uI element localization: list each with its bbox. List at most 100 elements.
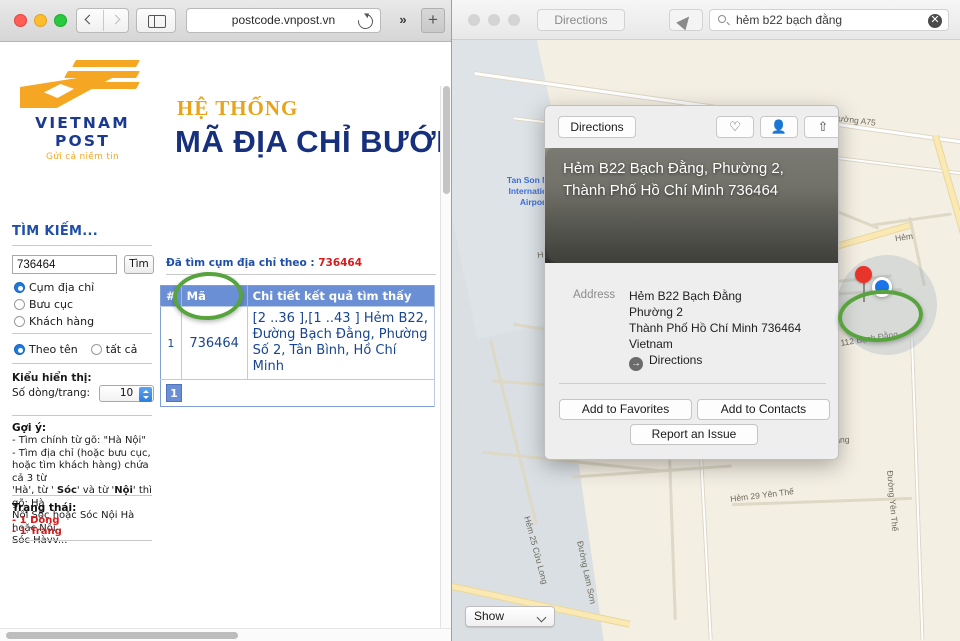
directions-link-label: Directions bbox=[649, 353, 703, 367]
map-search-field[interactable]: hẻm b22 bạch đằng ✕ bbox=[709, 9, 949, 31]
search-section-title: TÌM KIẾM... bbox=[12, 224, 99, 239]
safari-toolbar: postcode.vnpost.vn » + bbox=[0, 0, 451, 42]
add-to-contacts-button[interactable]: Add to Contacts bbox=[697, 399, 830, 420]
report-issue-button[interactable]: Report an Issue bbox=[630, 424, 758, 445]
results-summary-query: 736464 bbox=[318, 257, 363, 269]
callout-directions-link[interactable]: → Directions bbox=[629, 353, 702, 371]
radio-label-tat-ca: tất cả bbox=[105, 343, 138, 356]
divider bbox=[12, 495, 152, 496]
more-toolbar-items-button[interactable]: » bbox=[390, 8, 416, 33]
radio-label: Cụm địa chỉ bbox=[29, 281, 95, 294]
screenshot-root: postcode.vnpost.vn » + VIETNAM POST Gửi … bbox=[0, 0, 960, 641]
forward-icon[interactable] bbox=[110, 14, 121, 25]
map-label-street: Hẻm bbox=[894, 230, 914, 244]
scrollbar-thumb[interactable] bbox=[443, 86, 450, 194]
current-location-button[interactable] bbox=[669, 9, 703, 31]
rows-per-page-label: Số dòng/trang: bbox=[12, 387, 91, 399]
cell-index: 1 bbox=[160, 306, 182, 380]
rows-per-page-stepper[interactable]: 10 bbox=[99, 385, 154, 402]
status-pages: - 1 Trang bbox=[12, 526, 62, 537]
maps-toolbar: Directions hẻm b22 bạch đằng ✕ bbox=[452, 0, 960, 40]
radio-buu-cuc[interactable]: Bưu cục bbox=[14, 298, 73, 311]
chevron-down-icon bbox=[536, 612, 547, 623]
address-line-4: Vietnam bbox=[629, 337, 673, 351]
share-icon: ⇧ bbox=[817, 120, 829, 135]
page-horizontal-scrollbar[interactable] bbox=[0, 628, 451, 641]
new-tab-button[interactable]: + bbox=[421, 8, 445, 33]
radio-khach-hang[interactable]: Khách hàng bbox=[14, 315, 94, 328]
place-callout: Directions ♡ 👤 ⇧ Hẻm B22 Bạch Đằng, Phườ… bbox=[544, 105, 839, 460]
map-canvas[interactable]: Tan Son Nhat International Airport Đường… bbox=[452, 40, 960, 641]
minimize-window-button[interactable] bbox=[488, 14, 500, 26]
close-window-button[interactable] bbox=[14, 14, 27, 27]
pager-page-1-button[interactable]: 1 bbox=[166, 384, 182, 402]
minimize-window-button[interactable] bbox=[34, 14, 47, 27]
radio-indicator-tat-ca[interactable] bbox=[90, 344, 102, 355]
address-line-2: Phường 2 bbox=[629, 305, 683, 319]
sidebar-toggle-button[interactable] bbox=[136, 8, 176, 33]
radio-scope-group[interactable]: Theo tên tất cả bbox=[14, 343, 137, 356]
radio-cum-dia-chi[interactable]: Cụm địa chỉ bbox=[14, 281, 94, 294]
radio-indicator[interactable] bbox=[14, 299, 25, 310]
divider bbox=[12, 363, 152, 364]
column-header-detail: Chi tiết kết quả tìm thấy bbox=[247, 285, 436, 307]
add-contact-button[interactable]: 👤 bbox=[760, 116, 798, 138]
back-icon[interactable] bbox=[84, 14, 95, 25]
divider bbox=[12, 245, 152, 246]
search-input[interactable] bbox=[12, 255, 117, 274]
address-value: Hẻm B22 Bạch Đằng Phường 2 Thành Phố Hồ … bbox=[629, 288, 824, 352]
navigation-buttons[interactable] bbox=[76, 8, 129, 33]
callout-header: Directions ♡ 👤 ⇧ bbox=[545, 106, 838, 148]
address-bar[interactable]: postcode.vnpost.vn bbox=[186, 8, 381, 33]
callout-directions-button[interactable]: Directions bbox=[558, 116, 636, 138]
page-vertical-scrollbar[interactable] bbox=[440, 86, 451, 641]
address-bar-text: postcode.vnpost.vn bbox=[231, 13, 336, 27]
webpage-content: VIETNAM POST Gửi cả niềm tin HỆ THỐNG MÃ… bbox=[0, 42, 451, 641]
add-favorite-button[interactable]: ♡ bbox=[716, 116, 754, 138]
results-summary-prefix: Đã tìm cụm địa chỉ theo : bbox=[166, 257, 319, 269]
person-icon: 👤 bbox=[770, 120, 788, 135]
road bbox=[572, 464, 732, 479]
table-row[interactable]: 1 736464 [2 ..36 ],[1 ..43 ] Hẻm B22, Đư… bbox=[160, 306, 436, 380]
radio-indicator[interactable] bbox=[14, 282, 25, 293]
search-button[interactable]: Tìm bbox=[124, 255, 154, 274]
add-to-favorites-button[interactable]: Add to Favorites bbox=[559, 399, 692, 420]
current-location-dot bbox=[872, 277, 892, 297]
close-window-button[interactable] bbox=[468, 14, 480, 26]
show-dropdown[interactable]: Show bbox=[465, 606, 555, 627]
sidebar-icon bbox=[148, 15, 166, 28]
pager-cell: 1 bbox=[160, 379, 435, 407]
show-dropdown-value: Show bbox=[474, 609, 505, 623]
maximize-window-button[interactable] bbox=[54, 14, 67, 27]
map-pin[interactable] bbox=[855, 266, 873, 302]
pin-head-icon bbox=[855, 266, 872, 283]
vietnam-post-logo: VIETNAM POST Gửi cả niềm tin bbox=[10, 56, 155, 162]
stepper-arrows-icon[interactable] bbox=[139, 387, 152, 402]
maximize-window-button[interactable] bbox=[508, 14, 520, 26]
hint-title: Gợi ý: bbox=[12, 422, 47, 434]
column-header-index: # bbox=[160, 285, 182, 307]
radio-indicator-theo-ten[interactable] bbox=[14, 344, 25, 355]
scrollbar-thumb[interactable] bbox=[6, 632, 238, 639]
radio-indicator[interactable] bbox=[14, 316, 25, 327]
clear-search-icon[interactable]: ✕ bbox=[928, 14, 942, 28]
envelope-icon bbox=[20, 78, 112, 108]
map-search-value: hẻm b22 bạch đằng bbox=[736, 13, 843, 27]
search-icon bbox=[718, 15, 726, 23]
display-options-title: Kiểu hiển thị: bbox=[12, 372, 92, 384]
callout-title: Hẻm B22 Bạch Đằng, Phường 2, Thành Phố H… bbox=[563, 160, 784, 199]
divider bbox=[166, 274, 436, 275]
logo-name: VIETNAM POST bbox=[35, 114, 130, 150]
logo-bar bbox=[72, 60, 140, 67]
share-button[interactable]: ⇧ bbox=[804, 116, 838, 138]
safari-window: postcode.vnpost.vn » + VIETNAM POST Gửi … bbox=[0, 0, 452, 641]
radio-label-theo-ten: Theo tên bbox=[29, 343, 78, 356]
directions-toolbar-button[interactable]: Directions bbox=[537, 9, 625, 31]
location-highlight-area bbox=[837, 255, 937, 355]
address-line-3: Thành Phố Hồ Chí Minh 736464 bbox=[629, 321, 802, 335]
pin-stick bbox=[863, 280, 865, 302]
logo-tagline: Gửi cả niềm tin bbox=[46, 152, 119, 162]
hint-line-2: - Tìm địa chỉ (hoặc bưu cục, bbox=[12, 447, 151, 459]
divider bbox=[103, 10, 104, 31]
address-line-1: Hẻm B22 Bạch Đằng bbox=[629, 289, 742, 303]
